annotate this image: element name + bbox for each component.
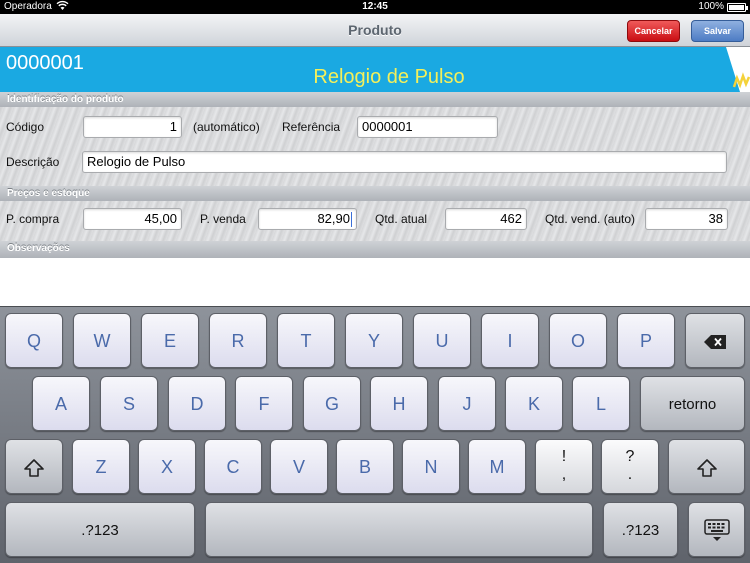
descricao-field[interactable]: Relogio de Pulso	[82, 151, 727, 173]
key-e[interactable]: E	[141, 313, 199, 368]
shift-icon	[696, 459, 717, 477]
key-h[interactable]: H	[370, 376, 428, 431]
battery-percent: 100%	[698, 1, 724, 12]
key-a[interactable]: A	[32, 376, 90, 431]
shift-right-key[interactable]	[668, 439, 745, 494]
key-x[interactable]: X	[138, 439, 196, 494]
p-venda-label: P. venda	[200, 212, 246, 226]
status-time: 12:45	[362, 1, 388, 12]
product-header-banner: 0000001 Relogio de Pulso	[0, 47, 750, 92]
p-venda-field[interactable]: 82,90	[258, 208, 357, 230]
automatic-note: (automático)	[193, 120, 260, 134]
key-question-period[interactable]: ? .	[601, 439, 659, 494]
key-comma-bottom: ,	[561, 466, 567, 483]
space-bar[interactable]	[205, 502, 593, 557]
observations-field[interactable]	[0, 258, 750, 306]
descricao-label: Descrição	[6, 155, 60, 169]
key-k[interactable]: K	[505, 376, 563, 431]
referencia-label: Referência	[282, 120, 341, 134]
key-question-top: ?	[625, 448, 635, 465]
key-f[interactable]: F	[235, 376, 293, 431]
navigation-bar: Produto Cancelar Salvar	[0, 14, 750, 47]
key-period-bottom: .	[627, 466, 633, 483]
key-p[interactable]: P	[617, 313, 675, 368]
banner-decoration	[726, 47, 750, 92]
shift-left-key[interactable]	[5, 439, 63, 494]
section-header-identification: Identificação do produto	[0, 92, 750, 107]
save-button[interactable]: Salvar	[691, 20, 744, 42]
qtd-vend-label: Qtd. vend. (auto)	[545, 212, 636, 226]
return-key[interactable]: retorno	[640, 376, 745, 431]
key-j[interactable]: J	[438, 376, 496, 431]
section-header-prices: Preços e estoque	[0, 186, 750, 201]
p-compra-label: P. compra	[6, 212, 60, 226]
key-q[interactable]: Q	[5, 313, 63, 368]
qtd-atual-field[interactable]: 462	[445, 208, 527, 230]
key-l[interactable]: L	[572, 376, 630, 431]
cancel-button[interactable]: Cancelar	[627, 20, 680, 42]
key-b[interactable]: B	[336, 439, 394, 494]
qtd-vend-field[interactable]: 38	[645, 208, 728, 230]
backspace-icon	[704, 335, 726, 350]
key-i[interactable]: I	[481, 313, 539, 368]
key-c[interactable]: C	[204, 439, 262, 494]
numbers-key-left[interactable]: .?123	[5, 502, 195, 557]
section-header-observations: Observações	[0, 241, 750, 258]
key-u[interactable]: U	[413, 313, 471, 368]
key-v[interactable]: V	[270, 439, 328, 494]
key-r[interactable]: R	[209, 313, 267, 368]
key-o[interactable]: O	[549, 313, 607, 368]
key-g[interactable]: G	[303, 376, 361, 431]
key-exclamation-top: !	[561, 448, 567, 465]
key-n[interactable]: N	[402, 439, 460, 494]
hide-keyboard-key[interactable]	[688, 502, 745, 557]
codigo-field[interactable]: 1	[83, 116, 182, 138]
text-cursor	[351, 212, 352, 228]
p-venda-value: 82,90	[317, 211, 350, 226]
p-compra-field[interactable]: 45,00	[83, 208, 182, 230]
keyboard-hide-icon	[703, 519, 730, 542]
onscreen-keyboard: Q W E R T Y U I O P A S D F G H J K L re…	[0, 306, 750, 563]
status-bar: Operadora 12:45 100%	[0, 0, 750, 14]
codigo-label: Código	[6, 120, 45, 134]
product-name-heading: Relogio de Pulso	[313, 66, 465, 88]
key-t[interactable]: T	[277, 313, 335, 368]
battery-icon	[727, 3, 748, 12]
key-s[interactable]: S	[100, 376, 158, 431]
key-z[interactable]: Z	[72, 439, 130, 494]
qtd-atual-label: Qtd. atual	[375, 212, 428, 226]
numbers-key-right[interactable]: .?123	[603, 502, 678, 557]
shift-icon	[24, 459, 44, 477]
key-w[interactable]: W	[73, 313, 131, 368]
key-d[interactable]: D	[168, 376, 226, 431]
backspace-key[interactable]	[685, 313, 745, 368]
product-form: Identificação do produto Código 1 (autom…	[0, 92, 750, 258]
key-exclamation-comma[interactable]: ! ,	[535, 439, 593, 494]
key-y[interactable]: Y	[345, 313, 403, 368]
key-m[interactable]: M	[468, 439, 526, 494]
referencia-field[interactable]: 0000001	[357, 116, 498, 138]
